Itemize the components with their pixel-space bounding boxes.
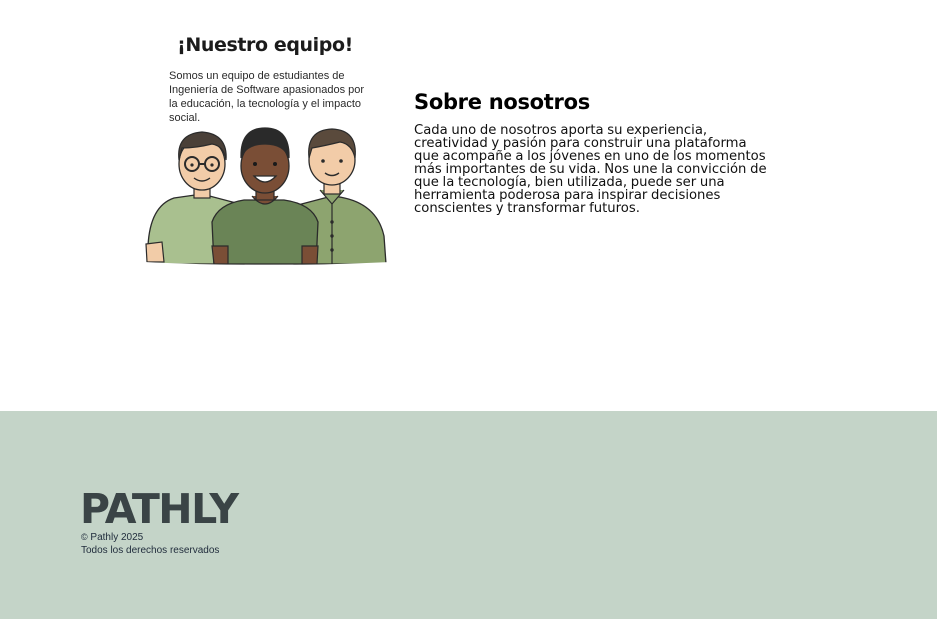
- about-title: Sobre nosotros: [414, 90, 590, 114]
- team-description: Somos un equipo de estudiantes de Ingeni…: [169, 70, 365, 124]
- copyright-icon: ©: [81, 532, 88, 542]
- footer-logo[interactable]: PATHLY: [80, 489, 239, 530]
- about-body: Cada uno de nosotros aporta su experienc…: [414, 123, 767, 216]
- about-section: Sobre nosotros Cada uno de nosotros apor…: [414, 90, 774, 215]
- main-section: ¡Nuestro equipo! Somos un equipo de estu…: [0, 0, 937, 411]
- copyright-text: Pathly 2025: [90, 532, 144, 543]
- team-title: ¡Nuestro equipo!: [177, 34, 353, 56]
- person-center: [211, 127, 319, 265]
- team-illustration: [144, 127, 390, 266]
- footer: PATHLY © Pathly 2025 Todos los derechos …: [0, 411, 937, 619]
- copyright-block: © Pathly 2025 Todos los derechos reserva…: [81, 531, 219, 557]
- rights-text: Todos los derechos reservados: [81, 545, 220, 556]
- copyright-line: © Pathly 2025: [81, 531, 219, 544]
- team-card: ¡Nuestro equipo! Somos un equipo de estu…: [140, 34, 390, 124]
